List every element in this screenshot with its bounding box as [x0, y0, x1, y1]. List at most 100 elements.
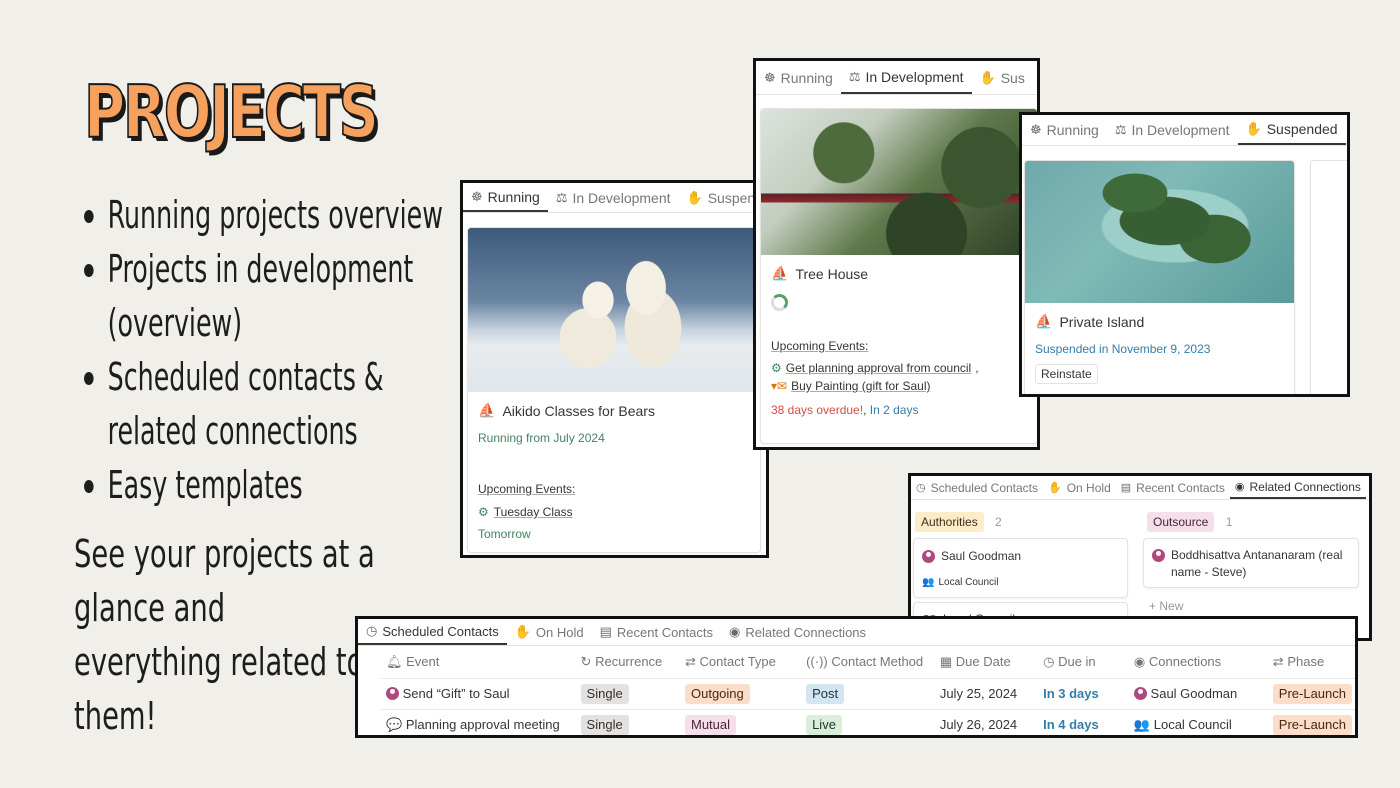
column-header[interactable]: ⇄ Contact Type	[679, 646, 801, 679]
upcoming-label: Upcoming Events:	[478, 482, 576, 496]
column-label: Contact Method	[831, 654, 924, 670]
tab-running[interactable]: ☸ Running	[463, 183, 548, 212]
new-card-button[interactable]: + New	[1149, 599, 1183, 613]
table-row[interactable]: 💬 Planning approval meeting Single Mutua…	[380, 709, 1355, 735]
tab-in-development[interactable]: ⚖ In Development	[548, 183, 679, 212]
due-in: In 4 days	[1037, 709, 1128, 735]
overdue-label: 38 days overdue!	[771, 403, 864, 417]
view-tabs: ☸ Running ⚖ In Development ✋ Suspended	[1022, 115, 1347, 146]
tab-label: Recent Contacts	[1136, 480, 1225, 495]
tab-on-hold[interactable]: ✋ On Hold	[1043, 476, 1116, 499]
gift-icon: ▾✉	[771, 379, 788, 393]
view-tabs: ◷ Scheduled Contacts ✋ On Hold ▤ Recent …	[911, 476, 1369, 500]
gear-icon: ⚙	[478, 505, 489, 519]
group-label: Outsource	[1147, 512, 1215, 532]
column-label: Connections	[1148, 653, 1222, 669]
tab-related-connections[interactable]: ◉ Related Connections	[1229, 476, 1366, 499]
feature-list: Running projects overview Projects in de…	[84, 188, 454, 512]
column-label: Contact Type	[699, 653, 776, 669]
tab-label: Scheduled Contacts	[930, 480, 1039, 495]
tab-recent-contacts[interactable]: ▤ Recent Contacts	[1116, 476, 1230, 499]
connection-link[interactable]: Local Council	[1154, 717, 1232, 732]
view-tabs: ◷ Scheduled Contacts ✋ On Hold ▤ Recent …	[358, 619, 1355, 646]
helm-icon: ☸	[764, 69, 776, 85]
tab-suspended[interactable]: ✋ Suspended	[1237, 115, 1346, 145]
person-circle-icon: ◉	[1133, 653, 1146, 669]
sailboat-icon: ⛵	[771, 265, 789, 281]
contact-method-tag: Live	[806, 714, 842, 735]
tab-in-development[interactable]: ⚖ In Development	[1107, 115, 1238, 145]
table-row[interactable]: Send “Gift” to Saul Single Outgoing Post…	[380, 678, 1355, 710]
hand-icon: ✋	[1245, 121, 1262, 136]
upcoming-label: Upcoming Events:	[771, 339, 869, 353]
project-cover-image	[761, 109, 1037, 255]
project-card[interactable]: ⛵ Aikido Classes for Bears Running from …	[467, 227, 761, 553]
connection-card[interactable]: Saul Goodman 👥 Local Council	[913, 538, 1128, 598]
tab-running[interactable]: ☸ Running	[756, 61, 841, 94]
feature-item: Scheduled contacts & related connections	[84, 350, 454, 458]
event-link[interactable]: Get planning approval from council	[786, 361, 971, 375]
hand-icon: ✋	[686, 189, 703, 205]
helm-icon: ☸	[1030, 122, 1042, 137]
list-separator: ,	[863, 403, 867, 417]
project-card[interactable]: ⛵ Tree House Upcoming Events: ⚙ Get plan…	[760, 108, 1037, 444]
hand-icon: ✋	[1048, 482, 1062, 494]
tab-running[interactable]: ☸ Running	[1022, 115, 1107, 145]
tab-on-hold[interactable]: ✋ On Hold	[507, 619, 592, 645]
contact-type-tag: Outgoing	[685, 683, 750, 704]
column-header[interactable]: ▦ Due Date	[933, 646, 1038, 679]
progress-ring-icon	[771, 294, 788, 311]
group-label: Authorities	[915, 512, 984, 532]
project-card[interactable]: ⛵ Private Island Suspended in November 9…	[1024, 160, 1295, 394]
tab-label: Running	[780, 69, 833, 86]
event-link[interactable]: Buy Painting (gift for Saul)	[791, 379, 930, 393]
due-soon-label: In 2 days	[869, 403, 919, 417]
feature-item: Projects in development (overview)	[84, 242, 454, 350]
tab-recent-contacts[interactable]: ▤ Recent Contacts	[592, 619, 721, 645]
suspended-view: ☸ Running ⚖ In Development ✋ Suspended ⛵…	[1019, 112, 1350, 397]
tab-scheduled-contacts[interactable]: ◷ Scheduled Contacts	[358, 619, 507, 645]
view-tabs: ☸ Running ⚖ In Development ✋ Sus	[756, 61, 1037, 95]
clock-icon: ◷	[1043, 653, 1055, 669]
column-header[interactable]: ↻ Recurrence	[574, 646, 679, 679]
column-header[interactable]: ⇄ Phase	[1266, 646, 1355, 679]
tab-scheduled-contacts[interactable]: ◷ Scheduled Contacts	[911, 476, 1043, 499]
event-name[interactable]: Planning approval meeting	[406, 717, 560, 732]
tab-in-development[interactable]: ⚖ In Development	[840, 61, 972, 94]
clock-icon: ◷	[366, 623, 378, 638]
sailboat-icon: ⛵	[478, 402, 496, 418]
scale-icon: ⚖	[1114, 122, 1127, 137]
chat-icon: ▤	[1120, 482, 1132, 494]
project-name: Aikido Classes for Bears	[502, 402, 655, 419]
column-header[interactable]: ◉ Connections	[1127, 646, 1267, 679]
tab-label: On Hold	[535, 624, 584, 640]
clock-icon: ◷	[916, 482, 926, 494]
scale-icon: ⚖	[848, 68, 861, 84]
in-development-view: ☸ Running ⚖ In Development ✋ Sus ⛵ Tree …	[753, 58, 1040, 450]
group-icon: 👥	[922, 577, 935, 588]
event-when: Tomorrow	[478, 527, 531, 541]
group-count: 1	[1225, 515, 1233, 529]
tab-label: Related Connections	[745, 624, 867, 640]
event-link[interactable]: Tuesday Class	[494, 505, 573, 519]
column-header[interactable]: ◷ Due in	[1037, 646, 1128, 679]
column-header[interactable]: 🔔︎ Event	[380, 646, 575, 679]
tab-label: In Development	[1131, 122, 1230, 138]
phase-tag: Pre-Launch	[1272, 714, 1352, 735]
column-header[interactable]: ((·)) Contact Method	[800, 646, 934, 679]
person-circle-icon: ◉	[1234, 481, 1245, 493]
feature-item: Easy templates	[84, 458, 454, 512]
column-label: Recurrence	[595, 653, 663, 669]
reinstate-button[interactable]: Reinstate	[1035, 364, 1098, 384]
connection-card[interactable]: Boddhisattva Antananaram (real name - St…	[1143, 538, 1359, 588]
column-label: Due Date	[955, 653, 1011, 669]
event-name[interactable]: Send “Gift” to Saul	[403, 686, 510, 701]
contact-type-tag: Mutual	[685, 714, 737, 735]
signal-icon: ((·))	[806, 654, 828, 670]
tab-related-connections[interactable]: ◉ Related Connections	[721, 619, 874, 645]
person-circle-icon: ◉	[729, 624, 741, 639]
tab-suspended[interactable]: ✋ Sus	[972, 61, 1033, 94]
contacts-table: 🔔︎ Event ↻ Recurrence ⇄ Contact Type ((·…	[380, 646, 1355, 735]
connection-link[interactable]: Saul Goodman	[1151, 686, 1238, 701]
group-icon: 👥	[1133, 716, 1151, 732]
